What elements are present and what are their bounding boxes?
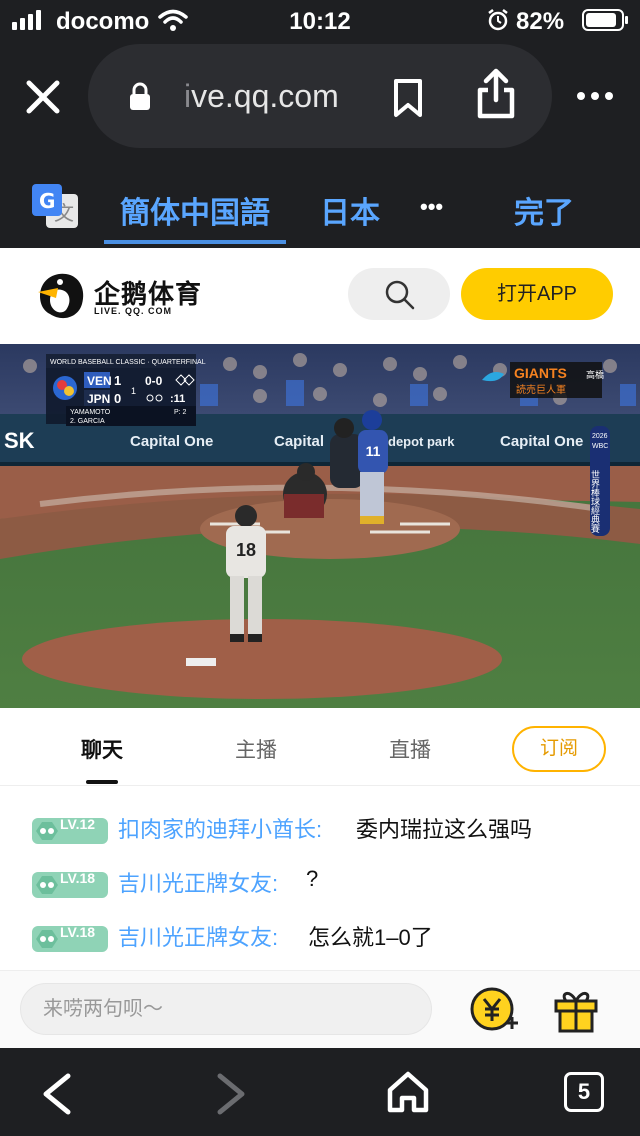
giants-side: 高橋	[586, 369, 604, 380]
user-level: LV.18	[60, 924, 96, 940]
board-ad-4: depot park	[388, 434, 455, 449]
close-icon[interactable]	[26, 80, 60, 114]
chat-input[interactable]: 来唠两句呗～	[20, 983, 432, 1035]
app-root: docomo 10:12 82% ive.qq.com 文 G 簡体中国語 日本…	[0, 0, 640, 1136]
live-tabs: 聊天 主播 直播 订阅	[0, 708, 640, 786]
baseball-broadcast-frame: SK Capital One Capital depot park Capita…	[0, 344, 640, 708]
user-level: LV.18	[60, 870, 96, 886]
pitch-count: 0-0	[145, 374, 163, 388]
team2-name: JPN	[87, 392, 110, 406]
board-ad-2: Capital	[274, 433, 324, 450]
back-arrow-icon[interactable]	[40, 1072, 72, 1116]
active-language-underline	[104, 240, 286, 244]
scorebug-event: WORLD BASEBALL CLASSIC · QUARTERFINAL	[50, 359, 206, 366]
site-logo-domain: LIVE. QQ. COM	[94, 306, 173, 316]
tab-count-button[interactable]: 5	[564, 1072, 604, 1112]
google-translate-icon[interactable]: 文 G	[32, 184, 80, 230]
search-button[interactable]	[348, 268, 450, 320]
chat-username[interactable]: 吉川光正牌女友:	[118, 920, 278, 952]
team2-score: 0	[114, 391, 121, 406]
svg-text:G: G	[39, 189, 55, 213]
wbc-side-banner: 2026 WBC 世界棒球經典賽	[589, 426, 610, 536]
bookmark-icon[interactable]	[392, 78, 424, 118]
forward-arrow-icon[interactable]	[216, 1072, 248, 1116]
giants-text: GIANTS	[514, 365, 567, 381]
browser-bottom-bar: 5	[0, 1048, 640, 1136]
browser-toolbar: ive.qq.com 文 G 簡体中国語 日本 ••• 完了	[0, 40, 640, 248]
target-language-tab[interactable]: 日本	[320, 188, 380, 232]
penguin-logo-icon[interactable]	[36, 270, 88, 322]
search-icon	[385, 280, 415, 310]
gift-icon[interactable]	[552, 985, 600, 1033]
batter-name: 2. GARCIA	[70, 418, 105, 425]
user-level: LV.12	[60, 816, 96, 832]
site-header: 企鹅体育 LIVE. QQ. COM 打开APP	[0, 248, 640, 344]
clock: :11	[170, 393, 185, 405]
wbc-label: WBC	[592, 443, 608, 450]
chat-list: LV.12 扣肉家的迪拜小酋长: 委内瑞拉这么强吗 LV.18 吉川光正牌女友:…	[0, 786, 640, 970]
team1-score: 1	[114, 373, 121, 388]
lock-icon	[130, 82, 150, 110]
status-bar: docomo 10:12 82%	[0, 0, 640, 40]
source-language-tab[interactable]: 簡体中国語	[120, 188, 270, 232]
chat-text: ?	[306, 866, 319, 891]
chat-username[interactable]: 吉川光正牌女友:	[118, 866, 278, 898]
battery-icon	[582, 9, 628, 31]
chat-input-bar: 来唠两句呗～	[0, 970, 640, 1048]
pitcher-name: YAMAMOTO	[70, 409, 111, 416]
wbc-year: 2026	[592, 433, 608, 440]
team1-name: VEN	[87, 374, 112, 388]
batter-number: 11	[366, 443, 381, 459]
alarm-icon	[488, 9, 508, 31]
translate-bar: 文 G 簡体中国語 日本 ••• 完了	[0, 170, 640, 248]
more-options-icon[interactable]	[576, 90, 614, 102]
tab-host[interactable]: 主播	[196, 734, 316, 764]
translate-more-button[interactable]: •••	[420, 194, 443, 220]
board-ad-1: Capital One	[130, 433, 213, 450]
scorebug: WORLD BASEBALL CLASSIC · QUARTERFINAL VE…	[46, 354, 206, 426]
wbc-banner-text: 世界棒球經典賽	[589, 469, 600, 534]
translate-done-button[interactable]: 完了	[514, 188, 574, 232]
chat-text: 委内瑞拉这么强吗	[356, 817, 533, 842]
board-ad-3: Capital One	[500, 433, 583, 450]
url-domain: ve.qq.com	[191, 78, 339, 114]
share-icon[interactable]	[474, 68, 518, 120]
chat-text: 怎么就1–0了	[308, 925, 433, 950]
tab-live[interactable]: 直播	[350, 734, 470, 764]
subscribe-button[interactable]: 订阅	[512, 726, 606, 772]
chat-username[interactable]: 扣肉家的迪拜小酋长:	[118, 812, 322, 844]
giants-sub: 読売巨人軍	[516, 383, 566, 396]
battery-percent: 82%	[516, 8, 565, 35]
active-tab-indicator	[86, 780, 118, 784]
open-app-button[interactable]: 打开APP	[461, 268, 613, 320]
pitch-total: P: 2	[174, 409, 187, 416]
inning: 1	[131, 386, 136, 396]
board-sk: SK	[4, 428, 35, 453]
url-text[interactable]: ive.qq.com	[184, 78, 339, 115]
video-player[interactable]: SK Capital One Capital depot park Capita…	[0, 344, 640, 708]
coin-tip-icon[interactable]	[468, 985, 520, 1037]
pitcher-number: 18	[236, 540, 256, 560]
tab-chat[interactable]: 聊天	[42, 734, 162, 764]
home-icon[interactable]	[386, 1070, 430, 1114]
